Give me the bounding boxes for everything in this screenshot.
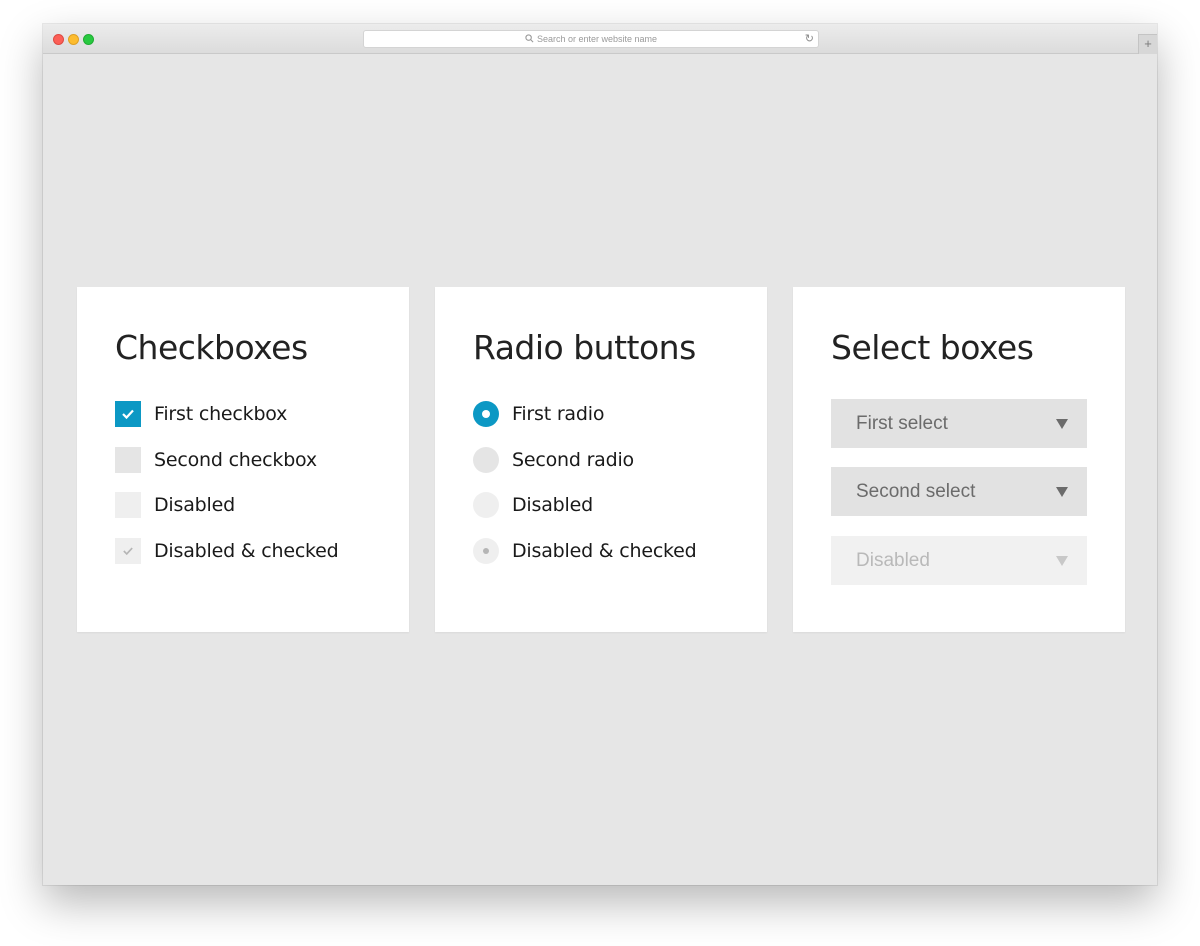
select-value: Disabled [856,550,930,571]
radio-label: Disabled [512,494,593,516]
checkbox-label: Disabled & checked [154,540,339,562]
radio-disabled-checked-circle [473,538,499,564]
close-window-button[interactable] [53,34,64,45]
radio-unchecked[interactable] [473,447,499,473]
minimize-window-button[interactable] [68,34,79,45]
maximize-window-button[interactable] [83,34,94,45]
radios-card: Radio buttons First radio Second radio D… [435,287,767,632]
checkbox-unchecked[interactable] [115,447,141,473]
checkbox-label: Disabled [154,494,235,516]
address-bar[interactable]: Search or enter website name ↻ [363,30,819,48]
card-title: Select boxes [831,328,1034,367]
browser-window: Search or enter website name ↻ + Checkbo… [43,24,1157,885]
radio-second[interactable]: Second radio [473,447,634,473]
checkbox-disabled-checked: Disabled & checked [115,538,339,564]
search-icon [525,32,534,48]
radio-label: Disabled & checked [512,540,697,562]
checkboxes-card: Checkboxes First checkbox Second checkbo… [77,287,409,632]
dropdown-arrow-icon [1056,556,1068,566]
radio-disabled: Disabled [473,492,593,518]
select-first[interactable]: First select [831,399,1087,448]
address-placeholder: Search or enter website name [536,34,658,44]
checkbox-disabled-checked-box [115,538,141,564]
checkbox-first[interactable]: First checkbox [115,401,287,427]
select-disabled: Disabled [831,536,1087,585]
browser-toolbar: Search or enter website name ↻ + [43,24,1157,54]
checkbox-checked[interactable] [115,401,141,427]
checkbox-second[interactable]: Second checkbox [115,447,317,473]
radio-label: Second radio [512,449,634,471]
radio-disabled-circle [473,492,499,518]
dropdown-arrow-icon [1056,487,1068,497]
checkbox-label: Second checkbox [154,449,317,471]
radio-checked[interactable] [473,401,499,427]
select-value: First select [856,413,948,434]
reload-icon[interactable]: ↻ [805,32,814,46]
radio-label: First radio [512,403,605,425]
check-icon [122,409,134,420]
radio-dot-icon [482,410,490,418]
card-title: Radio buttons [473,328,696,367]
select-value: Second select [856,481,976,502]
card-title: Checkboxes [115,328,308,367]
check-icon [123,547,133,556]
checkbox-label: First checkbox [154,403,288,425]
select-second[interactable]: Second select [831,467,1087,516]
selects-card: Select boxes First select Second select … [793,287,1125,632]
radio-first[interactable]: First radio [473,401,604,427]
new-tab-button[interactable]: + [1138,34,1157,54]
dropdown-arrow-icon [1056,419,1068,429]
radio-dot-icon [483,548,489,554]
radio-disabled-checked: Disabled & checked [473,538,697,564]
checkbox-disabled-box [115,492,141,518]
checkbox-disabled: Disabled [115,492,235,518]
